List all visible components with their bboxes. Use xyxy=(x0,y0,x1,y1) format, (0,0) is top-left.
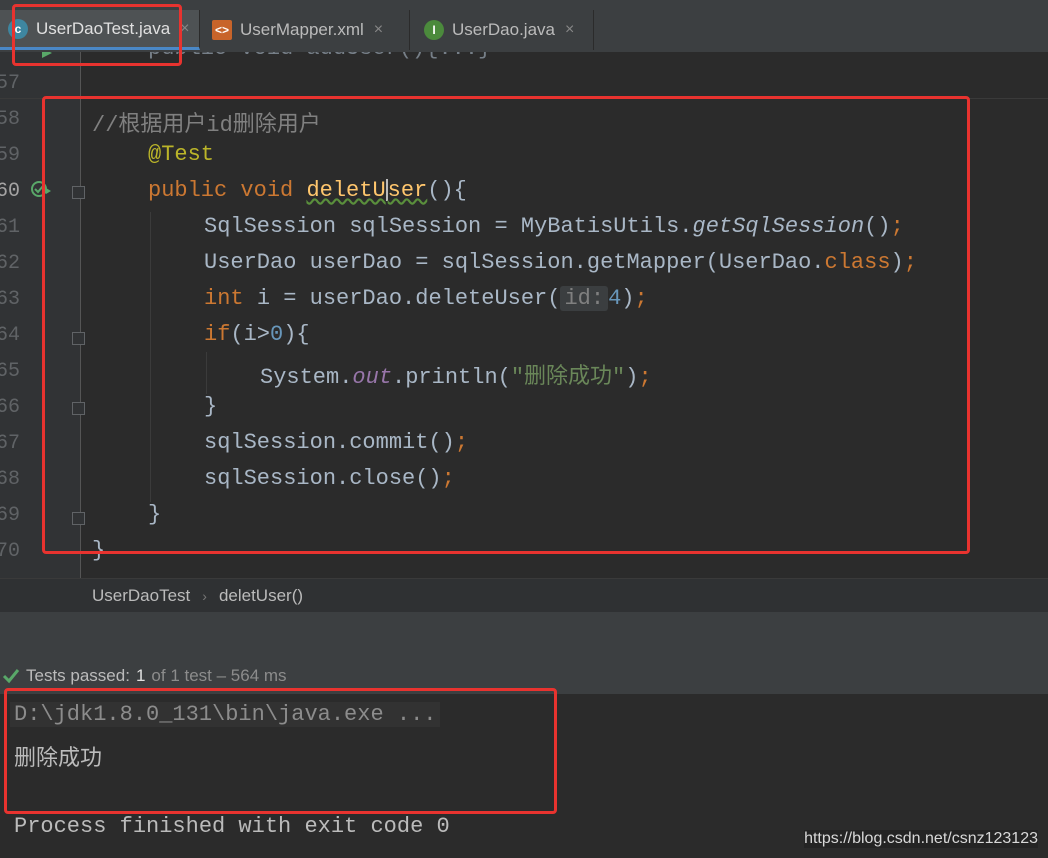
line-number: 68 xyxy=(0,468,21,491)
code-line-64: if(i>0){ xyxy=(204,322,310,347)
line-number: 60 xyxy=(0,180,21,203)
code-annotation: @Test xyxy=(148,142,215,167)
run-test-icon[interactable] xyxy=(30,180,52,198)
parameter-hint: id: xyxy=(560,286,609,311)
code-line-63: int i = userDao.deleteUser(id: 4); xyxy=(204,286,648,311)
java-test-class-icon: c xyxy=(8,18,28,39)
indent-guide xyxy=(150,212,151,502)
line-number: 63 xyxy=(0,288,21,311)
line-number: 67 xyxy=(0,432,21,455)
code-line-70: } xyxy=(92,538,106,563)
fold-marker-icon[interactable] xyxy=(72,512,85,525)
close-icon[interactable]: × xyxy=(565,21,574,39)
test-status-bar: Tests passed: 1 of 1 test – 564 ms xyxy=(0,658,1048,694)
breadcrumb-method[interactable]: deletUser() xyxy=(219,586,303,606)
line-gutter: 57 58 59 60 61 62 63 64 65 66 67 68 69 7… xyxy=(0,52,81,578)
tests-summary: of 1 test – 564 ms xyxy=(151,666,287,685)
breadcrumb-class[interactable]: UserDaoTest xyxy=(92,586,190,606)
breadcrumb-separator: › xyxy=(202,588,207,604)
indent-guide xyxy=(206,352,207,394)
check-icon xyxy=(2,669,20,684)
tests-passed-count: 1 xyxy=(135,666,146,685)
code-line-partial: public void addUser(){...} xyxy=(148,52,491,61)
interface-icon: I xyxy=(424,20,444,40)
top-strip xyxy=(0,0,1048,10)
line-number: 69 xyxy=(0,504,21,527)
line-number: 58 xyxy=(0,108,21,131)
code-editor[interactable]: 57 58 59 60 61 62 63 64 65 66 67 68 69 7… xyxy=(0,52,1048,578)
console-command-line[interactable]: D:\jdk1.8.0_131\bin\java.exe ... xyxy=(10,702,441,727)
close-icon[interactable]: × xyxy=(374,21,383,39)
method-separator xyxy=(0,98,1048,99)
run-panel-header xyxy=(0,612,1048,658)
code-line-69: } xyxy=(148,502,162,527)
fold-marker-icon[interactable] xyxy=(72,402,85,415)
fold-marker-icon[interactable] xyxy=(72,332,85,345)
tab-userdao[interactable]: I UserDao.java × xyxy=(416,10,594,50)
tab-label: UserDaoTest.java xyxy=(36,18,171,38)
tab-label: UserDao.java xyxy=(452,20,555,39)
fold-marker-icon[interactable] xyxy=(72,186,85,199)
tab-label: UserMapper.xml xyxy=(240,20,364,39)
code-line-67: sqlSession.commit(); xyxy=(204,430,469,455)
console-output: 删除成功 xyxy=(14,746,103,771)
code-line-method-signature: public void deletUser(){ xyxy=(148,178,467,203)
line-number: 66 xyxy=(0,396,21,419)
code-line-66: } xyxy=(204,394,218,419)
xml-file-icon: <> xyxy=(212,20,232,40)
line-number: 64 xyxy=(0,324,21,347)
line-number: 61 xyxy=(0,216,21,239)
line-number: 62 xyxy=(0,252,21,275)
code-line-65: System.out.println("删除成功"); xyxy=(260,365,652,390)
tab-userdaotest[interactable]: c UserDaoTest.java × xyxy=(0,10,200,50)
breadcrumb: UserDaoTest › deletUser() xyxy=(0,578,1048,613)
line-number: 57 xyxy=(0,72,21,95)
line-number: 59 xyxy=(0,144,21,167)
console-exit-message: Process finished with exit code 0 xyxy=(14,814,450,839)
code-line-61: SqlSession sqlSession = MyBatisUtils.get… xyxy=(204,214,904,239)
line-number: 65 xyxy=(0,360,21,383)
code-line-62: UserDao userDao = sqlSession.getMapper(U… xyxy=(204,250,917,275)
run-icon[interactable] xyxy=(40,52,54,60)
close-icon[interactable]: × xyxy=(180,20,189,38)
tests-passed-label: Tests passed: xyxy=(26,666,130,685)
editor-tab-bar: c UserDaoTest.java × <> UserMapper.xml ×… xyxy=(0,0,1048,53)
code-line-68: sqlSession.close(); xyxy=(204,466,455,491)
line-number: 70 xyxy=(0,540,21,563)
tab-usermapper[interactable]: <> UserMapper.xml × xyxy=(204,10,410,50)
watermark: https://blog.csdn.net/csnz123123 xyxy=(804,830,1038,848)
code-comment: //根据用户id删除用户 xyxy=(92,113,321,138)
